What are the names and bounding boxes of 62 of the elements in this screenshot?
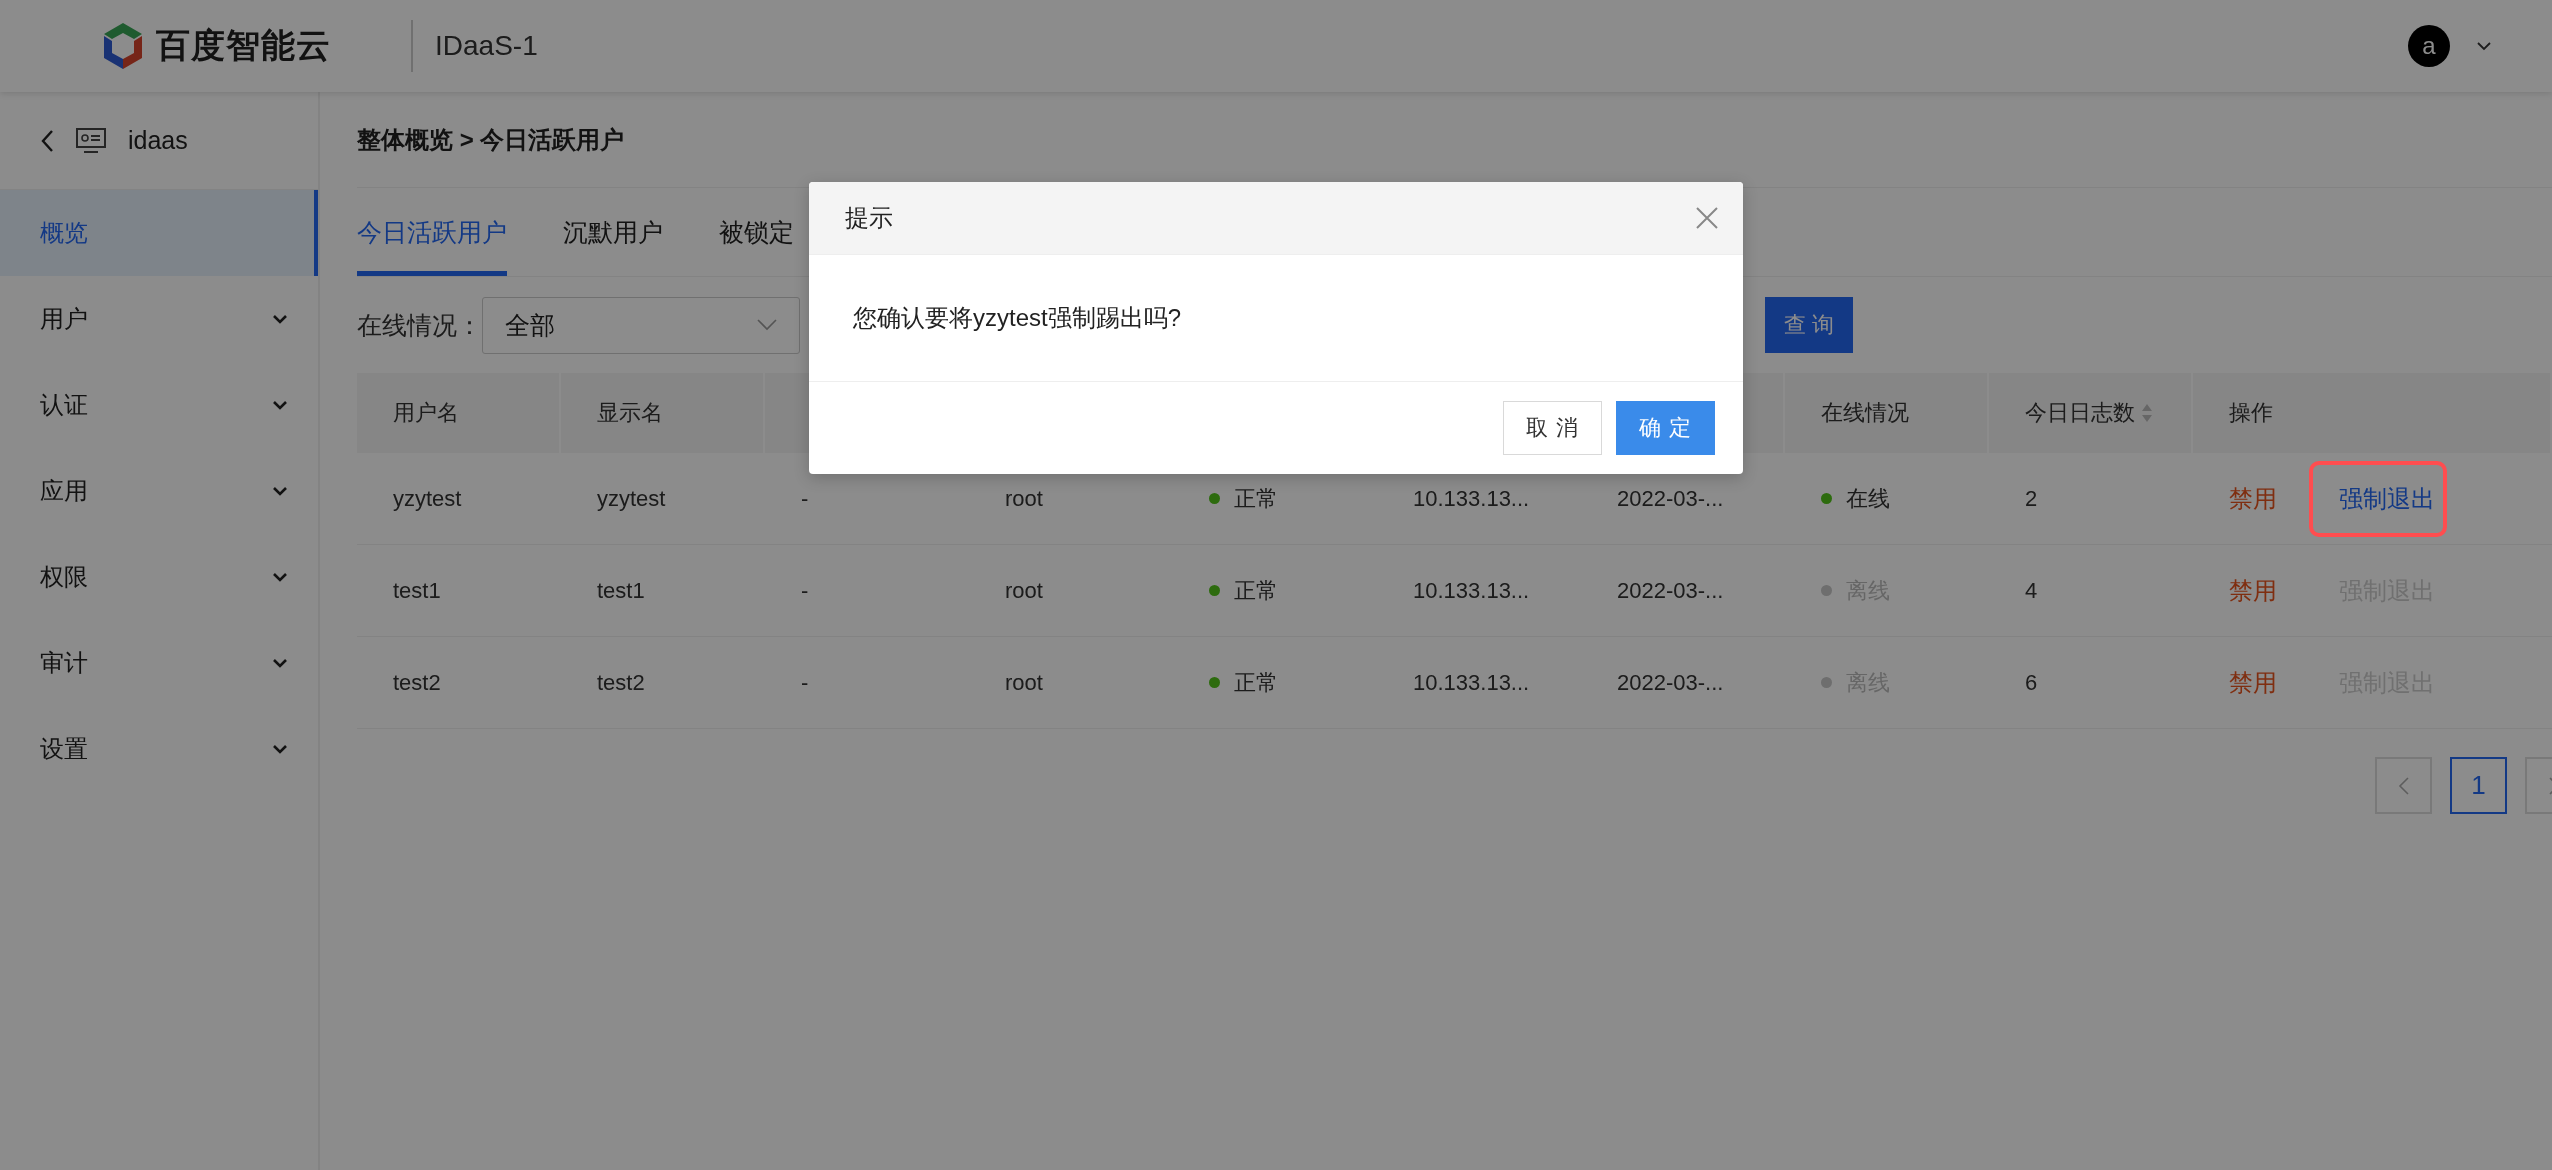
column-header: 操作 bbox=[2193, 373, 2552, 453]
table-cell: test2 bbox=[357, 637, 561, 729]
monitor-icon bbox=[76, 127, 106, 154]
back-icon[interactable] bbox=[40, 128, 54, 153]
table-cell: - bbox=[765, 545, 969, 637]
product-name: IDaaS-1 bbox=[435, 30, 538, 62]
close-icon[interactable] bbox=[1695, 206, 1719, 230]
table-cell: 10.133.13... bbox=[1377, 637, 1581, 729]
table-cell: test1 bbox=[561, 545, 765, 637]
status-text: 正常 bbox=[1234, 668, 1278, 697]
chevron-down-icon bbox=[757, 319, 777, 331]
dialog-button[interactable]: 确 定 bbox=[1615, 401, 1715, 455]
dialog-button[interactable]: 取 消 bbox=[1502, 401, 1602, 455]
column-header: 用户名 bbox=[357, 373, 561, 453]
table-cell: 2022-03-... bbox=[1581, 637, 1785, 729]
table-cell: root bbox=[969, 545, 1173, 637]
table-cell: yzytest bbox=[561, 453, 765, 545]
table-cell: test2 bbox=[561, 637, 765, 729]
chevron-left-icon bbox=[2397, 775, 2410, 796]
chevron-down-icon bbox=[272, 744, 288, 754]
tab[interactable]: 今日活跃用户 bbox=[357, 188, 507, 276]
tab[interactable]: 被锁定 bbox=[719, 188, 794, 276]
table-cell: test1 bbox=[357, 545, 561, 637]
chevron-down-icon bbox=[272, 572, 288, 582]
table-cell: 2022-03-... bbox=[1581, 545, 1785, 637]
sort-icon[interactable] bbox=[2141, 403, 2153, 423]
chevron-down-icon[interactable] bbox=[2476, 41, 2492, 51]
chevron-down-icon bbox=[272, 400, 288, 410]
table-cell: 4 bbox=[1989, 545, 2193, 637]
table-cell: 2 bbox=[1989, 453, 2193, 545]
chevron-down-icon bbox=[272, 314, 288, 324]
user-avatar[interactable]: a bbox=[2408, 25, 2450, 67]
table-cell: 6 bbox=[1989, 637, 2193, 729]
sidebar-title: idaas bbox=[128, 126, 188, 155]
sidebar-item[interactable]: 审计 bbox=[0, 620, 318, 706]
table-cell: yzytest bbox=[357, 453, 561, 545]
dialog-message: 您确认要将yzytest强制踢出吗? bbox=[809, 255, 1743, 382]
dialog-title: 提示 bbox=[845, 203, 893, 233]
table-cell: - bbox=[765, 637, 969, 729]
sidebar-item[interactable]: 设置 bbox=[0, 706, 318, 792]
table-cell: root bbox=[969, 637, 1173, 729]
column-header: 在线情况 bbox=[1785, 373, 1989, 453]
action-link[interactable]: 强制退出 bbox=[2339, 482, 2435, 515]
chevron-down-icon bbox=[272, 658, 288, 668]
column-header: 显示名 bbox=[561, 373, 765, 453]
sidebar-item[interactable]: 应用 bbox=[0, 448, 318, 534]
page-button[interactable]: 1 bbox=[2450, 757, 2507, 814]
sidebar-item[interactable]: 用户 bbox=[0, 276, 318, 362]
brand-name: 百度智能云 bbox=[156, 25, 331, 66]
sidebar-item[interactable]: 权限 bbox=[0, 534, 318, 620]
column-header: 今日日志数 bbox=[1989, 373, 2193, 453]
sidebar-item[interactable]: 概览 bbox=[0, 190, 318, 276]
filter-label: 在线情况： bbox=[357, 309, 482, 341]
tab[interactable]: 沉默用户 bbox=[563, 188, 663, 276]
chevron-down-icon bbox=[272, 486, 288, 496]
status-select[interactable]: 全部 bbox=[482, 296, 800, 354]
table-cell: 10.133.13... bbox=[1377, 545, 1581, 637]
status-text: 正常 bbox=[1234, 576, 1278, 605]
online-status: 在线 bbox=[1846, 484, 1890, 513]
query-button[interactable]: 查 询 bbox=[1765, 297, 1853, 353]
sidebar-item[interactable]: 认证 bbox=[0, 362, 318, 448]
status-text: 正常 bbox=[1234, 484, 1278, 513]
